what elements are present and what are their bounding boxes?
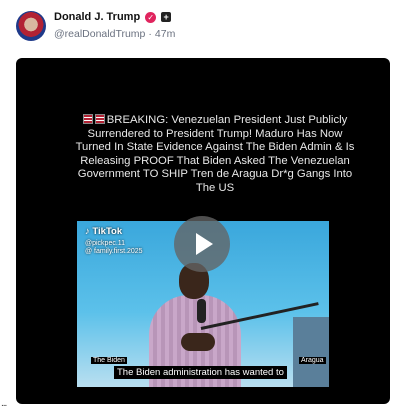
tiktok-watermark: ♪ TikTok: [85, 226, 123, 237]
tiktok-users: @pickpec.11 @ family.first.2025: [85, 240, 143, 256]
more-options-icon[interactable]: ...: [1, 398, 7, 409]
video-player[interactable]: BREAKING: Venezuelan President Just Publ…: [16, 58, 390, 404]
video-caption: The Biden administration has wanted to: [114, 366, 287, 379]
play-icon: [196, 233, 213, 255]
plus-badge-icon: +: [161, 12, 172, 22]
flag-icon: [82, 114, 93, 124]
microphone: [197, 299, 206, 323]
video-headline: BREAKING: Venezuelan President Just Publ…: [74, 114, 356, 196]
author-handle[interactable]: @realDonaldTrump: [54, 28, 145, 40]
speaker-hands: [181, 333, 215, 351]
play-button[interactable]: [174, 216, 230, 272]
post-meta: @realDonaldTrump · 47m: [54, 28, 175, 40]
flag-icon: [94, 114, 105, 124]
author-row: Donald J. Trump ✓ +: [54, 11, 172, 23]
tiktok-label: TikTok: [92, 226, 123, 237]
verified-badge-icon: ✓: [145, 11, 157, 23]
video-headline-text: BREAKING: Venezuelan President Just Publ…: [75, 114, 355, 194]
tiktok-user-2: @ family.first.2025: [85, 248, 143, 255]
caption-fragment-right: Aragua: [299, 357, 326, 364]
tiktok-user-1: @pickpec.11: [85, 240, 126, 247]
caption-fragment-left: The Biden: [91, 357, 127, 364]
author-name[interactable]: Donald J. Trump: [54, 11, 140, 23]
avatar[interactable]: [16, 11, 46, 41]
post-time[interactable]: 47m: [155, 28, 175, 40]
meta-separator: ·: [148, 28, 152, 40]
podium: [293, 317, 329, 387]
